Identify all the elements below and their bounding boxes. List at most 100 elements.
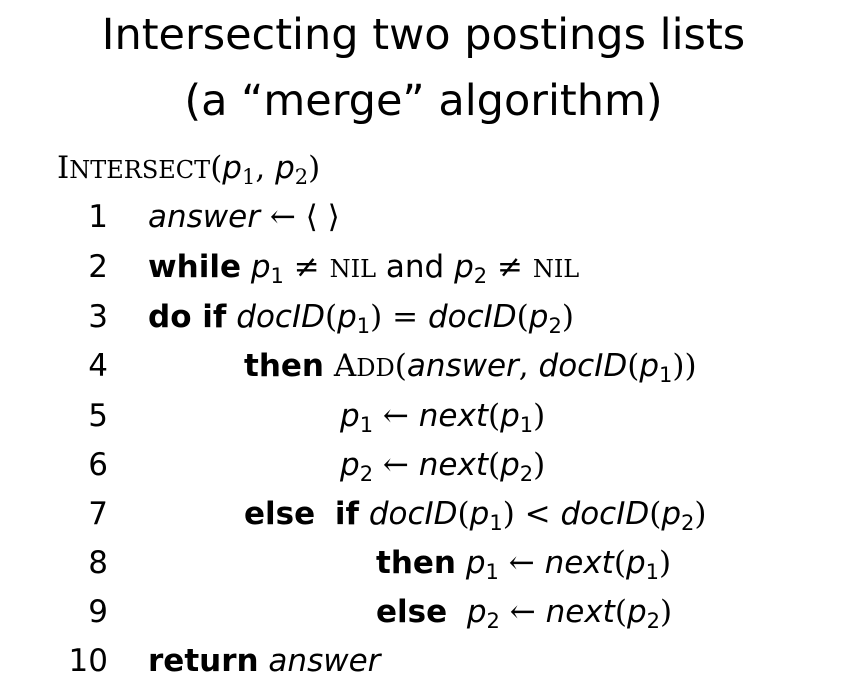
not-equal: ≠: [487, 249, 533, 285]
subscript-1: 1: [489, 511, 503, 535]
var-p: p: [340, 398, 360, 434]
param-p: p: [222, 150, 242, 186]
fn-next: next: [418, 447, 488, 483]
fn-add-initial: A: [333, 348, 357, 384]
assign-arrow: ←: [259, 199, 306, 235]
code-line-10: 10 return answer: [0, 641, 847, 681]
paren-close: ): [684, 348, 697, 384]
subscript-2: 2: [548, 314, 562, 338]
paren-close: ): [660, 594, 673, 630]
slide-title-line-1: Intersecting two postings lists: [101, 10, 746, 60]
code-line-3: 3 do if docID(p1) = docID(p2): [0, 297, 847, 340]
var-p: p: [465, 545, 486, 581]
paren-open: (: [614, 594, 627, 630]
code-line-4: 4 then ADD(answer, docID(p1)): [0, 346, 847, 389]
code-text: answer ← ⟨ ⟩: [148, 197, 340, 237]
keyword-while: while: [148, 249, 241, 285]
line-number: 4: [88, 348, 108, 384]
var-p: p: [466, 594, 487, 630]
code-text: else p2 ← next(p2): [376, 592, 672, 635]
keyword-else: else: [376, 594, 448, 630]
line-number: 10: [68, 643, 108, 679]
subscript-2: 2: [681, 511, 695, 535]
algorithm-header: INTERSECT(p1, p2): [57, 150, 320, 189]
subscript-1: 1: [356, 314, 371, 338]
subscript-1: 1: [359, 413, 374, 437]
paren-open: (: [613, 545, 626, 581]
keyword-if: if: [334, 496, 359, 532]
line-number: 3: [88, 299, 108, 335]
paren-open: (: [210, 150, 223, 186]
assign-arrow: ←: [499, 594, 546, 630]
keyword-then: then: [244, 348, 324, 384]
fn-docid: docID: [368, 496, 458, 532]
paren-open: (: [487, 447, 501, 483]
paren-open: (: [516, 299, 529, 335]
keyword-else: else: [244, 496, 316, 532]
var-p: p: [337, 299, 357, 335]
nil-constant: NIL: [329, 255, 377, 283]
code-line-6: 6 p2 ← next(p2): [0, 445, 847, 486]
paren-open: (: [627, 348, 640, 384]
keyword-return: return: [148, 643, 259, 679]
subscript-1: 1: [645, 560, 659, 584]
fn-add-rest: DD: [356, 354, 395, 382]
var-answer: answer: [406, 348, 519, 384]
var-p: p: [340, 447, 360, 483]
subscript-2: 2: [519, 462, 534, 486]
paren-close: ): [370, 299, 383, 335]
fn-docid: docID: [427, 299, 517, 335]
subscript-1: 1: [241, 165, 256, 189]
var-p: p: [250, 249, 271, 285]
code-line-5: 5 p1 ← next(p1): [0, 396, 847, 437]
line-number: 8: [88, 545, 108, 581]
paren-open: (: [394, 348, 407, 384]
function-name-rest: NTERSECT: [69, 156, 211, 184]
fn-docid: docID: [538, 348, 628, 384]
subscript-1: 1: [270, 264, 284, 288]
subscript-1: 1: [485, 560, 499, 584]
subscript-2: 2: [359, 462, 374, 486]
param-p: p: [275, 150, 295, 186]
comma: ,: [255, 150, 276, 186]
subscript-2: 2: [646, 609, 661, 633]
code-text: then p1 ← next(p1): [376, 543, 671, 586]
code-line-1: 1 answer ← ⟨ ⟩: [0, 197, 847, 237]
assign-arrow: ←: [498, 545, 545, 581]
not-equal: ≠: [283, 249, 330, 285]
var-p: p: [639, 348, 660, 384]
paren-close: ): [533, 447, 546, 483]
code-text: return answer: [148, 641, 380, 681]
empty-list: ⟨ ⟩: [305, 199, 340, 235]
line-number: 9: [88, 594, 108, 630]
function-name-initial: I: [57, 150, 70, 186]
keyword-and: and: [376, 249, 455, 285]
fn-docid: docID: [560, 496, 650, 532]
var-p: p: [626, 594, 647, 630]
var-p: p: [528, 299, 549, 335]
equals: =: [382, 299, 428, 335]
line-number: 5: [88, 398, 108, 434]
keyword-then: then: [376, 545, 456, 581]
code-text: then ADD(answer, docID(p1)): [244, 346, 697, 389]
subscript-2: 2: [486, 609, 500, 633]
var-p: p: [625, 545, 646, 581]
subscript-1: 1: [519, 413, 534, 437]
assign-arrow: ←: [373, 447, 419, 483]
code-line-9: 9 else p2 ← next(p2): [0, 592, 847, 635]
paren-open: (: [324, 299, 338, 335]
assign-arrow: ←: [373, 398, 419, 434]
code-line-7: 7 else if docID(p1) < docID(p2): [0, 494, 847, 537]
paren-close: ): [502, 496, 515, 532]
var-p: p: [500, 447, 520, 483]
code-text: do if docID(p1) = docID(p2): [148, 297, 574, 340]
code-text: while p1 ≠ NIL and p2 ≠ NIL: [148, 247, 579, 290]
fn-next: next: [544, 545, 614, 581]
fn-next: next: [418, 398, 488, 434]
code-line-2: 2 while p1 ≠ NIL and p2 ≠ NIL: [0, 247, 847, 290]
var-answer: answer: [148, 199, 260, 235]
paren-open: (: [457, 496, 470, 532]
fn-next: next: [545, 594, 615, 630]
code-text: else if docID(p1) < docID(p2): [244, 494, 707, 537]
slide-title-line-2: (a “merge” algorithm): [184, 76, 663, 126]
